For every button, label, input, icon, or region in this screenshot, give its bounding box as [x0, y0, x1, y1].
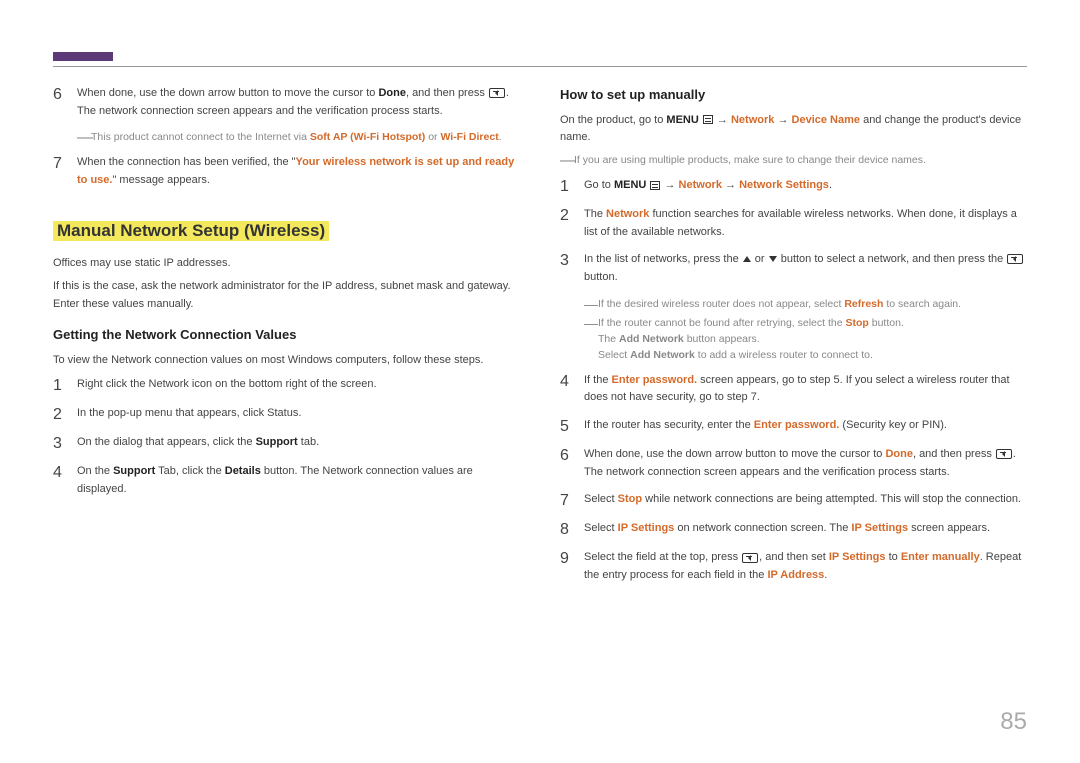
step-2: 2 In the pop-up menu that appears, click…: [53, 405, 520, 424]
paragraph: Offices may use static IP addresses.: [53, 255, 520, 273]
step-1: 1 Right click the Network icon on the bo…: [53, 376, 520, 395]
page-number: 85: [1000, 703, 1027, 741]
r-step-6: 6 When done, use the down arrow button t…: [560, 446, 1027, 481]
enter-icon: [489, 88, 505, 98]
enter-icon: [742, 553, 758, 563]
paragraph: If this is the case, ask the network adm…: [53, 278, 520, 313]
r-step-2: 2 The Network function searches for avai…: [560, 206, 1027, 241]
r-step-1: 1 Go to MENU → Network → Network Setting…: [560, 177, 1027, 196]
enter-icon: [1007, 254, 1023, 264]
step-number: 6: [53, 85, 77, 120]
r-step-5: 5 If the router has security, enter the …: [560, 417, 1027, 436]
sub-title: How to set up manually: [560, 85, 1027, 106]
note-stop: ― If the router cannot be found after re…: [584, 316, 1027, 332]
arrow-down-icon: [769, 256, 777, 262]
step-6: 6 When done, use the down arrow button t…: [53, 85, 520, 120]
step-4: 4 On the Support Tab, click the Details …: [53, 463, 520, 498]
arrow-up-icon: [743, 256, 751, 262]
intro-line: On the product, go to MENU → Network → D…: [560, 112, 1027, 147]
step-3: 3 On the dialog that appears, click the …: [53, 434, 520, 453]
r-step-8: 8 Select IP Settings on network connecti…: [560, 520, 1027, 539]
note-soft-ap: ― This product cannot connect to the Int…: [77, 130, 520, 146]
r-step-4: 4 If the Enter password. screen appears,…: [560, 372, 1027, 407]
paragraph: To view the Network connection values on…: [53, 352, 520, 370]
r-step-3: 3 In the list of networks, press the or …: [560, 251, 1027, 286]
menu-icon: [703, 115, 713, 124]
note-refresh: ― If the desired wireless router does no…: [584, 297, 1027, 313]
menu-icon: [650, 181, 660, 190]
left-column: 6 When done, use the down arrow button t…: [53, 85, 520, 595]
section-tab-marker: [53, 52, 113, 61]
step-body: When the connection has been verified, t…: [77, 154, 520, 189]
note-device-names: ― If you are using multiple products, ma…: [560, 153, 1027, 169]
enter-icon: [996, 449, 1012, 459]
header-rule: [53, 66, 1027, 67]
step-body: When done, use the down arrow button to …: [77, 85, 520, 120]
step-number: 7: [53, 154, 77, 189]
page-content: 6 When done, use the down arrow button t…: [53, 85, 1027, 595]
section-title: Manual Network Setup (Wireless): [53, 217, 329, 244]
r-step-9: 9 Select the field at the top, press , a…: [560, 549, 1027, 584]
step-7: 7 When the connection has been verified,…: [53, 154, 520, 189]
sub-line: The Add Network button appears.: [598, 332, 1027, 348]
r-step-7: 7 Select Stop while network connections …: [560, 491, 1027, 510]
sub-line: Select Add Network to add a wireless rou…: [598, 348, 1027, 364]
right-column: How to set up manually On the product, g…: [560, 85, 1027, 595]
sub-title: Getting the Network Connection Values: [53, 325, 520, 346]
